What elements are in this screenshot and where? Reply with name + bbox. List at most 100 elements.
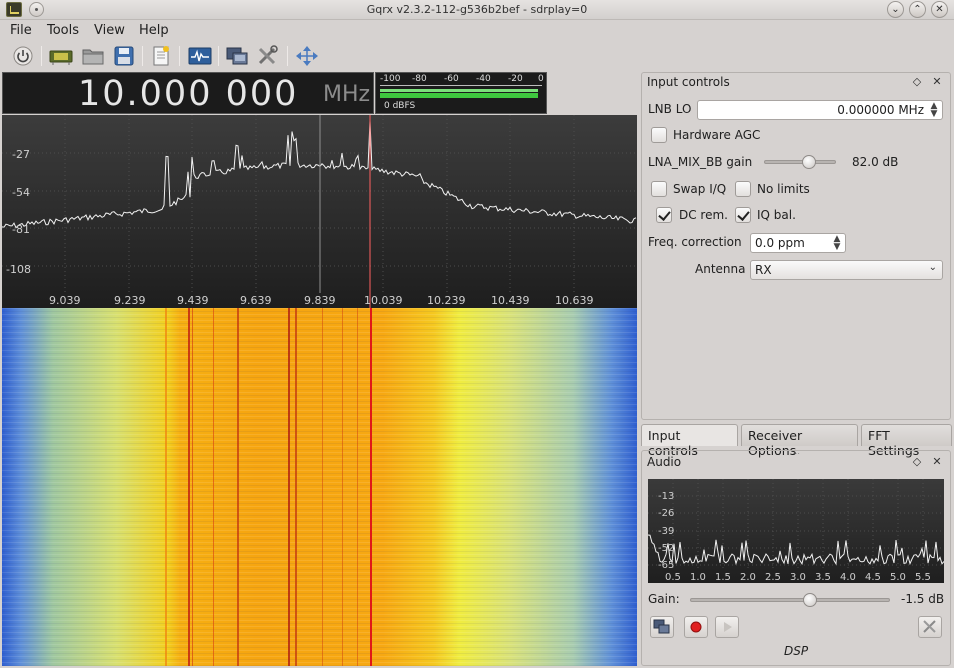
tab-receiver-options[interactable]: Receiver Options bbox=[741, 424, 858, 458]
power-icon[interactable] bbox=[10, 44, 36, 68]
spectrum-x-tick: 9.239 bbox=[114, 294, 146, 307]
spectrum-x-tick: 10.239 bbox=[427, 294, 466, 307]
audio-gain-slider-handle[interactable] bbox=[803, 593, 817, 607]
gain-slider-handle[interactable] bbox=[801, 155, 816, 169]
gain-slider[interactable] bbox=[764, 160, 836, 164]
window-title: Gqrx v2.3.2-112-g536b2bef - sdrplay=0 bbox=[366, 3, 588, 16]
menu-file[interactable]: File bbox=[10, 23, 32, 38]
record-icon bbox=[690, 621, 702, 633]
spin-arrows-icon[interactable]: ▲ ▼ bbox=[832, 235, 842, 252]
frequency-unit: MHz bbox=[323, 82, 371, 107]
antenna-label: Antenna bbox=[695, 262, 746, 276]
spectrum-x-tick: 9.439 bbox=[177, 294, 209, 307]
audio-title: Audio bbox=[647, 455, 682, 469]
minimize-button[interactable]: ⌄ bbox=[887, 1, 904, 18]
toolbar-separator bbox=[179, 46, 180, 66]
no-limits-label: No limits bbox=[757, 182, 810, 196]
tools-icon bbox=[923, 620, 936, 633]
audio-x-tick: 5.0 bbox=[890, 572, 906, 583]
audio-gain-label: Gain: bbox=[648, 592, 680, 606]
lnb-lo-spinbox[interactable]: 0.000000 MHz ▲ ▼ bbox=[697, 100, 943, 120]
meter-tick-label: -20 bbox=[508, 74, 523, 84]
meter-label: 0 dBFS bbox=[384, 101, 416, 111]
audio-y-tick: -52 bbox=[658, 543, 674, 554]
tab-input-controls[interactable]: Input controls bbox=[641, 424, 738, 458]
antenna-select[interactable]: RX ⌄ bbox=[750, 260, 943, 280]
toolbar-separator bbox=[218, 46, 219, 66]
iq-bal-checkbox[interactable] bbox=[735, 207, 751, 223]
spectrum-y-tick: -108 bbox=[6, 263, 31, 276]
spectrum-plot[interactable]: -27 -54 -81 -108 9.039 9.239 9.439 9.639… bbox=[2, 115, 637, 308]
hardware-agc-checkbox[interactable] bbox=[651, 127, 667, 143]
spin-arrows-icon[interactable]: ▲ ▼ bbox=[929, 102, 939, 119]
frequency-value[interactable]: 10.000 000 bbox=[78, 74, 298, 114]
antenna-value: RX bbox=[755, 263, 772, 277]
hardware-icon[interactable] bbox=[48, 44, 74, 68]
signal-level-meter: -100 -80 -60 -40 -20 0 0 dBFS bbox=[375, 72, 547, 114]
toolbar-separator bbox=[287, 46, 288, 66]
tab-fft-settings[interactable]: FFT Settings bbox=[861, 424, 952, 458]
meter-tick-label: -80 bbox=[412, 74, 427, 84]
audio-x-tick: 3.5 bbox=[815, 572, 831, 583]
maximize-button[interactable]: ⌃ bbox=[909, 1, 926, 18]
dc-rem-label: DC rem. bbox=[679, 208, 728, 222]
audio-y-tick: -13 bbox=[658, 491, 674, 502]
play-button[interactable] bbox=[715, 616, 739, 638]
audio-fft-plot: -13 -26 -39 -52 -65 0.5 1.0 1.5 2.0 2.5 … bbox=[648, 479, 944, 583]
audio-streaming-button[interactable] bbox=[650, 616, 674, 638]
meter-level-bar bbox=[380, 93, 538, 98]
audio-x-tick: 4.0 bbox=[840, 572, 856, 583]
lnb-lo-value: 0.000000 MHz bbox=[837, 103, 924, 117]
menu-tools[interactable]: Tools bbox=[47, 23, 79, 38]
play-icon bbox=[724, 622, 732, 632]
toolbar bbox=[0, 41, 954, 71]
close-dock-icon[interactable]: ✕ bbox=[930, 455, 944, 468]
swap-iq-checkbox[interactable] bbox=[651, 181, 667, 197]
audio-x-tick: 3.0 bbox=[790, 572, 806, 583]
iq-bal-label: IQ bal. bbox=[757, 208, 796, 222]
menu-help[interactable]: Help bbox=[139, 23, 169, 38]
document-icon[interactable] bbox=[148, 44, 174, 68]
audio-x-tick: 2.5 bbox=[765, 572, 781, 583]
meter-tick-label: -60 bbox=[444, 74, 459, 84]
menu-view[interactable]: View bbox=[94, 23, 125, 38]
audio-gain-slider[interactable] bbox=[690, 598, 890, 602]
audio-gain-value: -1.5 dB bbox=[901, 592, 945, 606]
spectrum-x-tick: 10.639 bbox=[555, 294, 594, 307]
spectrum-y-tick: -81 bbox=[12, 223, 30, 236]
close-dock-icon[interactable]: ✕ bbox=[930, 75, 944, 88]
hardware-agc-label: Hardware AGC bbox=[673, 128, 761, 142]
record-button[interactable] bbox=[684, 616, 708, 638]
dock-tabs: Input controls Receiver Options FFT Sett… bbox=[641, 424, 953, 458]
spectrum-icon[interactable] bbox=[187, 44, 213, 68]
close-button[interactable]: ✕ bbox=[931, 1, 948, 18]
network-icon bbox=[653, 619, 670, 634]
chevron-down-icon: ⌄ bbox=[928, 262, 937, 273]
fullscreen-icon[interactable] bbox=[294, 44, 320, 68]
save-icon[interactable] bbox=[111, 44, 137, 68]
freq-correction-label: Freq. correction bbox=[648, 235, 742, 249]
spectrum-y-tick: -54 bbox=[12, 186, 30, 199]
spectrum-x-tick: 9.639 bbox=[240, 294, 272, 307]
meter-peak-bar bbox=[380, 89, 538, 92]
float-dock-icon[interactable]: ◇ bbox=[910, 75, 924, 88]
tools-icon[interactable] bbox=[255, 44, 281, 68]
audio-x-tick: 2.0 bbox=[740, 572, 756, 583]
freq-correction-spinbox[interactable]: 0.0 ppm ▲ ▼ bbox=[750, 233, 846, 253]
audio-x-tick: 0.5 bbox=[665, 572, 681, 583]
frequency-display[interactable]: 10.000 000 MHz bbox=[2, 72, 374, 114]
freq-correction-value: 0.0 ppm bbox=[755, 236, 805, 250]
network-icon[interactable] bbox=[224, 44, 250, 68]
meter-tick-label: -40 bbox=[476, 74, 491, 84]
gain-label: LNA_MIX_BB gain bbox=[648, 155, 753, 169]
audio-y-tick: -26 bbox=[658, 508, 674, 519]
folder-icon[interactable] bbox=[80, 44, 106, 68]
no-limits-checkbox[interactable] bbox=[735, 181, 751, 197]
audio-x-tick: 1.0 bbox=[690, 572, 706, 583]
audio-x-tick: 4.5 bbox=[865, 572, 881, 583]
float-dock-icon[interactable]: ◇ bbox=[910, 455, 924, 468]
audio-options-button[interactable] bbox=[918, 616, 942, 638]
spectrum-x-tick: 10.039 bbox=[364, 294, 403, 307]
waterfall-display[interactable] bbox=[2, 308, 637, 666]
dc-rem-checkbox[interactable] bbox=[656, 207, 672, 223]
